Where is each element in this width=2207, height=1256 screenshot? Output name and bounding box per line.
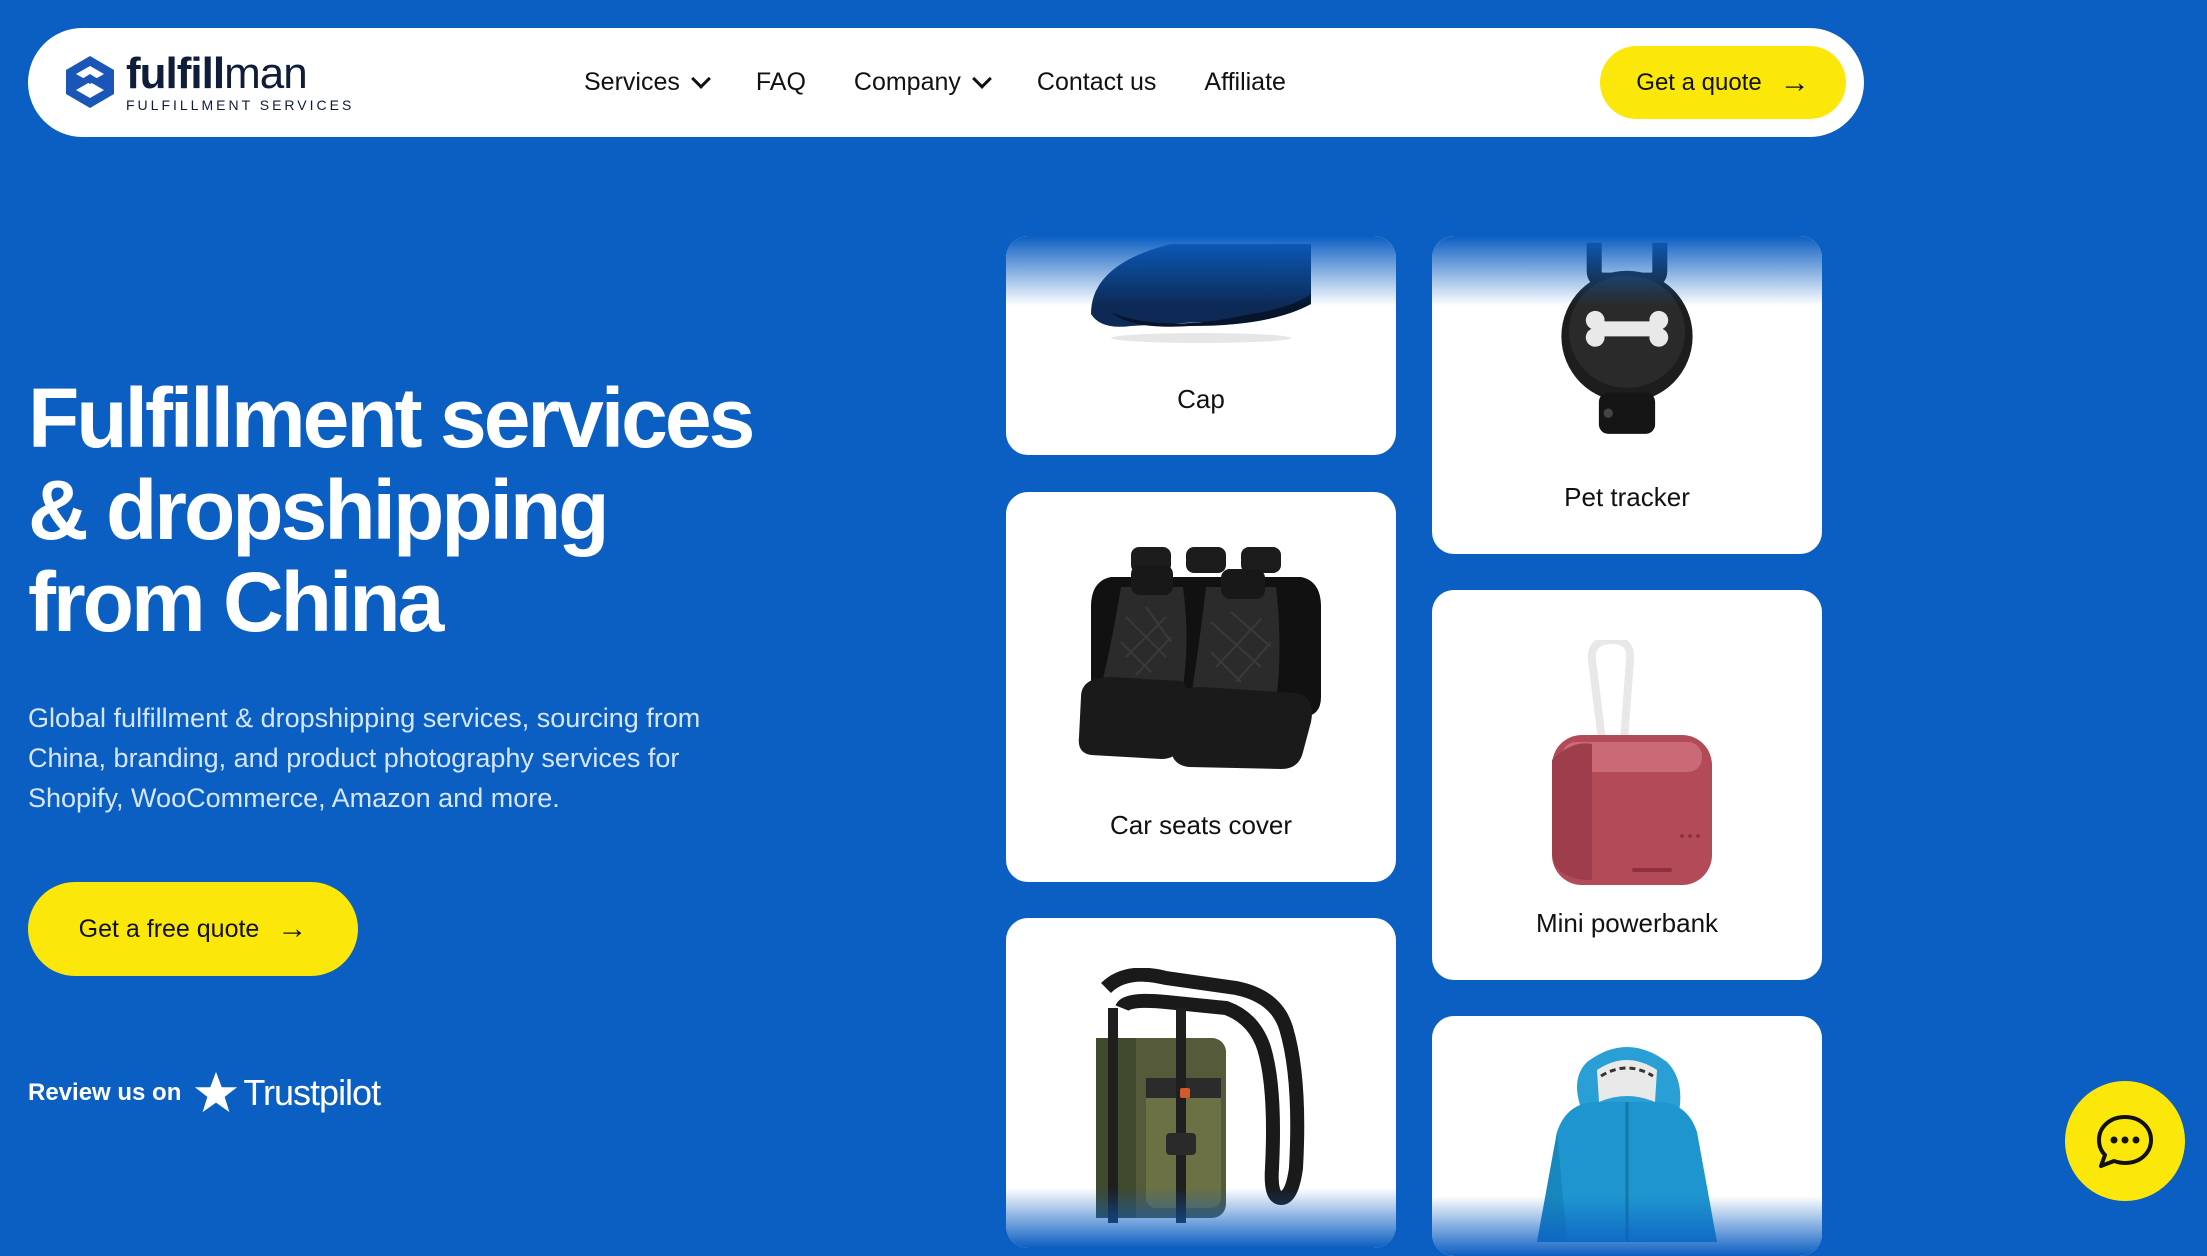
logo-wordmark: fulfillman xyxy=(126,49,308,98)
trustpilot-brand: Trustpilot xyxy=(243,1072,381,1113)
trustpilot-prefix: Review us on xyxy=(28,1079,182,1106)
nav-contact[interactable]: Contact us xyxy=(1037,68,1157,97)
hero-title-line: from China xyxy=(28,555,444,649)
nav-faq-label: FAQ xyxy=(755,68,806,96)
chat-bubble-icon xyxy=(2097,1115,2153,1168)
logo-text: fulfillman FULFILLMENT SERVICES xyxy=(126,49,355,113)
hero-title: Fulfillment services & dropshipping from… xyxy=(28,372,828,648)
chat-button[interactable] xyxy=(2065,1081,2185,1201)
cap-image xyxy=(1091,244,1311,343)
product-label: Cap xyxy=(1177,384,1225,414)
product-card-raincoat[interactable] xyxy=(1432,1016,1822,1256)
product-card-cap[interactable]: Cap xyxy=(1006,236,1396,455)
arrow-right-icon: → xyxy=(277,912,308,945)
hero-title-line: & dropshipping xyxy=(28,463,610,557)
chevron-down-icon xyxy=(971,68,992,89)
product-card-mini-powerbank[interactable]: Mini powerbank xyxy=(1432,590,1822,980)
nav-company-label: Company xyxy=(853,68,961,96)
powerbank-image xyxy=(1552,640,1712,885)
product-card-car-seats-cover[interactable]: Car seats cover xyxy=(1006,492,1396,882)
get-free-quote-label: Get a free quote xyxy=(78,914,260,943)
arrow-right-icon: → xyxy=(1779,65,1810,99)
nav-services-label: Services xyxy=(584,68,680,96)
hero-title-line: Fulfillment services xyxy=(28,371,755,465)
car-seats-image xyxy=(1078,547,1321,769)
nav-services[interactable]: Services xyxy=(584,68,711,97)
product-label: Mini powerbank xyxy=(1535,908,1719,938)
raincoat-image xyxy=(1537,1047,1717,1242)
chevron-down-icon xyxy=(690,68,711,89)
fulfillman-logo-icon xyxy=(66,56,114,108)
site-header: fulfillman FULFILLMENT SERVICES Services… xyxy=(28,28,1864,137)
nav-affiliate[interactable]: Affiliate xyxy=(1204,68,1286,97)
trustpilot-link[interactable]: Review us on Trustpilot xyxy=(28,1070,381,1116)
product-card-pet-tracker[interactable]: Pet tracker xyxy=(1432,236,1822,554)
star-icon xyxy=(195,1071,238,1113)
hero-description: Global fulfillment & dropshipping servic… xyxy=(28,703,701,813)
product-label: Car seats cover xyxy=(1109,810,1293,840)
main-nav: Services FAQ Company Contact us Affiliat… xyxy=(584,28,1334,137)
logo[interactable]: fulfillman FULFILLMENT SERVICES xyxy=(62,52,354,112)
product-label: Pet tracker xyxy=(1564,482,1690,512)
get-quote-label: Get a quote xyxy=(1636,68,1762,96)
nav-affiliate-label: Affiliate xyxy=(1204,68,1286,96)
logo-subtitle: FULFILLMENT SERVICES xyxy=(126,97,355,113)
bag-image xyxy=(1096,968,1305,1223)
nav-company[interactable]: Company xyxy=(853,68,992,97)
get-quote-button[interactable]: Get a quote → xyxy=(1600,46,1846,119)
get-free-quote-button[interactable]: Get a free quote → xyxy=(28,882,358,976)
product-card-bag[interactable] xyxy=(1006,918,1396,1248)
pet-tracker-image xyxy=(1561,242,1693,434)
nav-contact-label: Contact us xyxy=(1036,68,1157,96)
nav-faq[interactable]: FAQ xyxy=(756,68,806,97)
